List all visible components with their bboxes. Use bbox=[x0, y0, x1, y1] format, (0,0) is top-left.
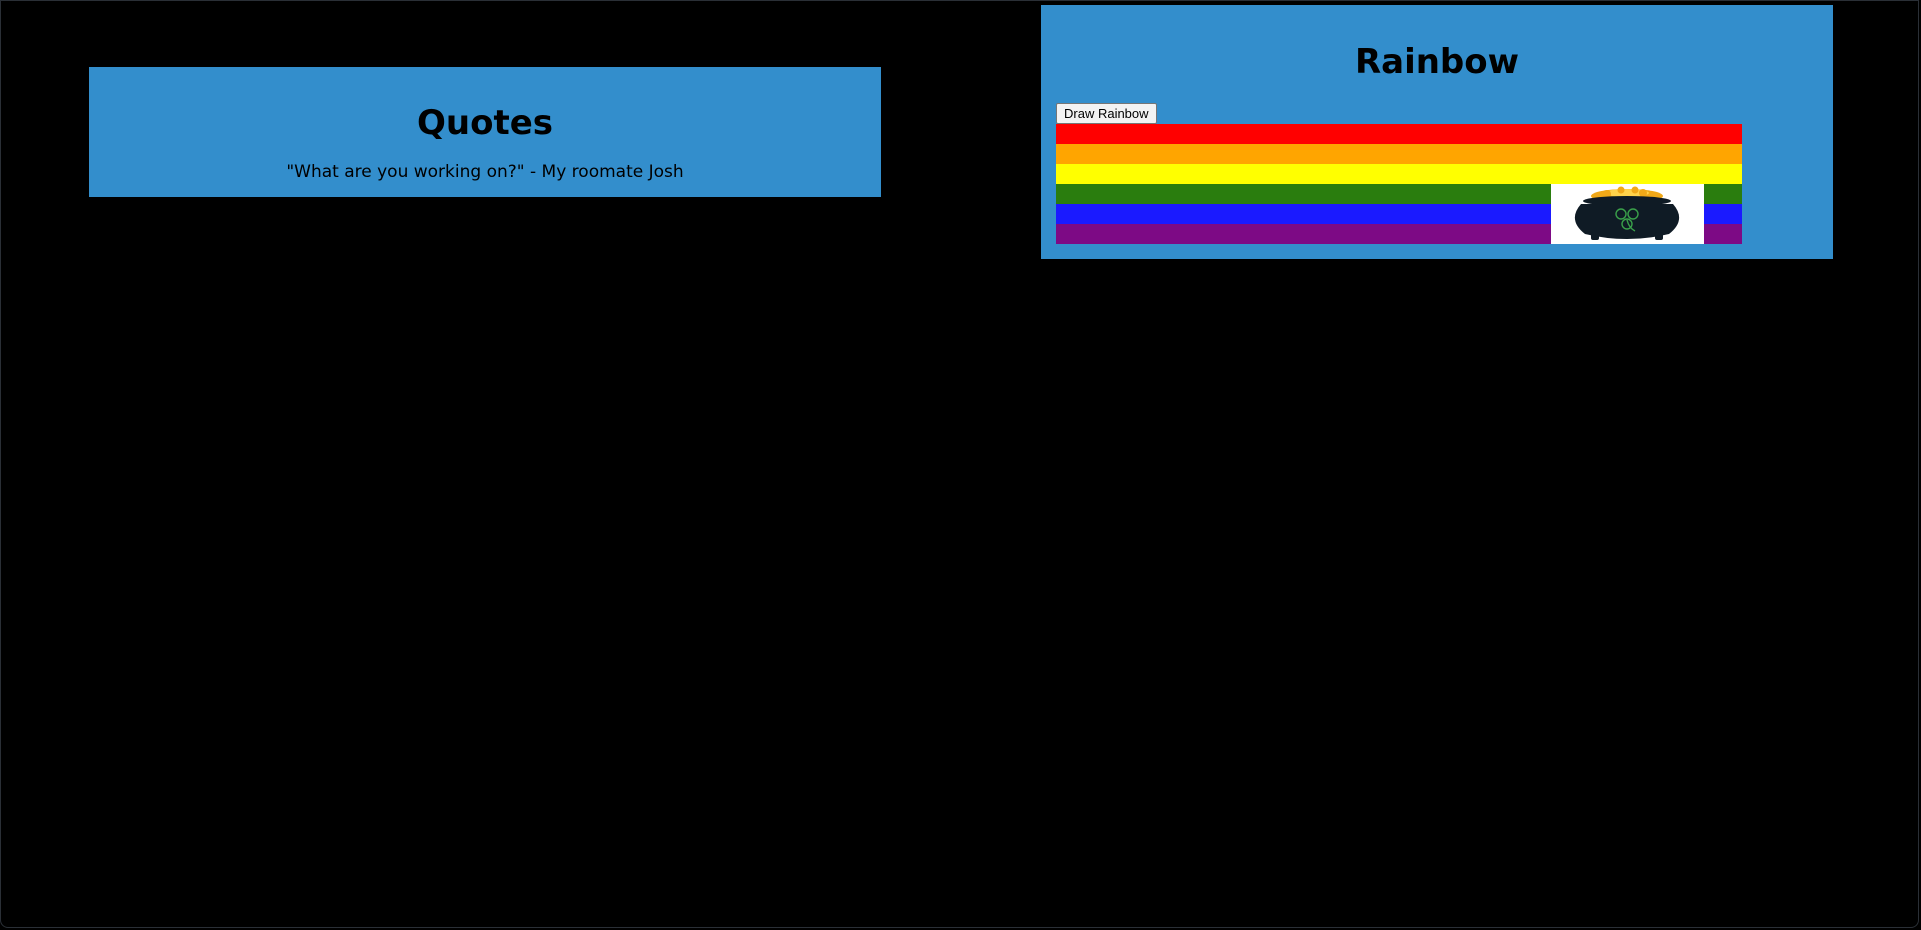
rainbow-stripe-yellow bbox=[1056, 164, 1742, 184]
rainbow-panel: Rainbow Draw Rainbow bbox=[1041, 5, 1833, 259]
quotes-panel: Quotes "What are you working on?" - My r… bbox=[89, 67, 881, 197]
quote-text: "What are you working on?" - My roomate … bbox=[286, 162, 684, 182]
quotes-title: Quotes bbox=[416, 103, 554, 143]
draw-rainbow-button[interactable]: Draw Rainbow bbox=[1056, 103, 1157, 124]
rainbow-stripe-orange bbox=[1056, 144, 1742, 164]
rainbow-stripe-red bbox=[1056, 124, 1742, 144]
pot-of-gold-image bbox=[1551, 184, 1704, 244]
pot-of-gold-icon bbox=[1574, 186, 1680, 240]
rainbow-canvas bbox=[1056, 124, 1742, 244]
rainbow-title: Rainbow bbox=[1354, 42, 1520, 82]
